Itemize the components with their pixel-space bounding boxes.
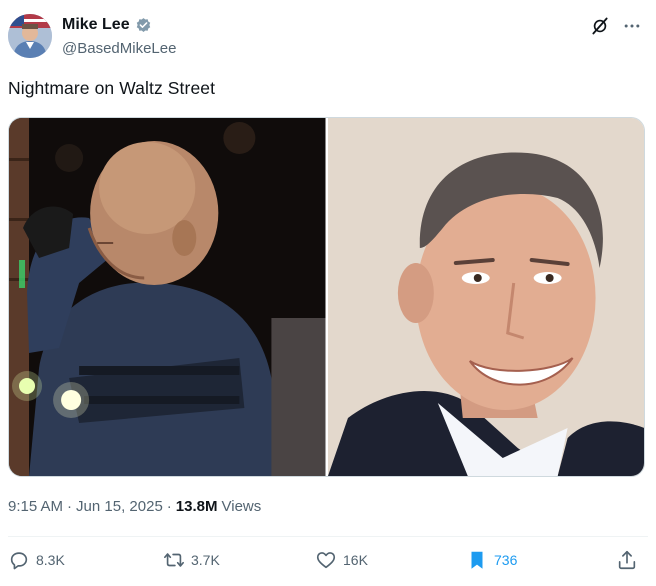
bookmark-icon <box>466 549 488 571</box>
author-display-name[interactable]: Mike Lee <box>62 16 130 34</box>
share-button[interactable] <box>616 549 638 571</box>
media-photo-left[interactable] <box>9 118 326 476</box>
avatar-image <box>8 14 52 58</box>
divider <box>8 536 648 537</box>
like-icon <box>315 549 337 571</box>
top-actions <box>590 16 642 36</box>
tweet-date[interactable]: Jun 15, 2025 <box>76 498 163 515</box>
like-button[interactable]: 16K <box>315 549 368 571</box>
reply-button[interactable]: 8.3K <box>8 549 65 571</box>
tweet-time[interactable]: 9:15 AM <box>8 498 63 515</box>
author-handle[interactable]: @BasedMikeLee <box>62 40 176 57</box>
avatar[interactable] <box>8 14 52 58</box>
views-label: Views <box>221 498 262 515</box>
action-bar: 8.3K 3.7K 16K 736 <box>8 549 648 577</box>
grok-icon[interactable] <box>590 16 610 36</box>
reply-icon <box>8 549 30 571</box>
smiling-man-image <box>327 118 644 476</box>
repost-icon <box>163 549 185 571</box>
like-count: 16K <box>343 552 368 568</box>
meta-separator: · <box>166 498 172 515</box>
tweet-text: Nightmare on Waltz Street <box>8 78 216 98</box>
share-icon <box>616 549 638 571</box>
tweet: Mike Lee @BasedMikeLee Nightmare on Walt… <box>0 0 656 586</box>
bookmark-count: 736 <box>494 552 518 568</box>
verified-badge-icon <box>135 17 152 34</box>
meta-separator: · <box>67 498 73 515</box>
repost-count: 3.7K <box>191 552 220 568</box>
reply-count: 8.3K <box>36 552 65 568</box>
masked-man-image <box>9 118 326 476</box>
tweet-meta: 9:15 AM · Jun 15, 2025 · 13.8M Views <box>8 498 261 515</box>
repost-button[interactable]: 3.7K <box>163 549 220 571</box>
media-grid <box>8 117 645 477</box>
views-count: 13.8M <box>175 498 218 515</box>
author-name-row[interactable]: Mike Lee <box>62 16 152 34</box>
media-photo-right[interactable] <box>327 118 644 476</box>
bookmark-button[interactable]: 736 <box>466 549 517 571</box>
more-icon[interactable] <box>622 16 642 36</box>
